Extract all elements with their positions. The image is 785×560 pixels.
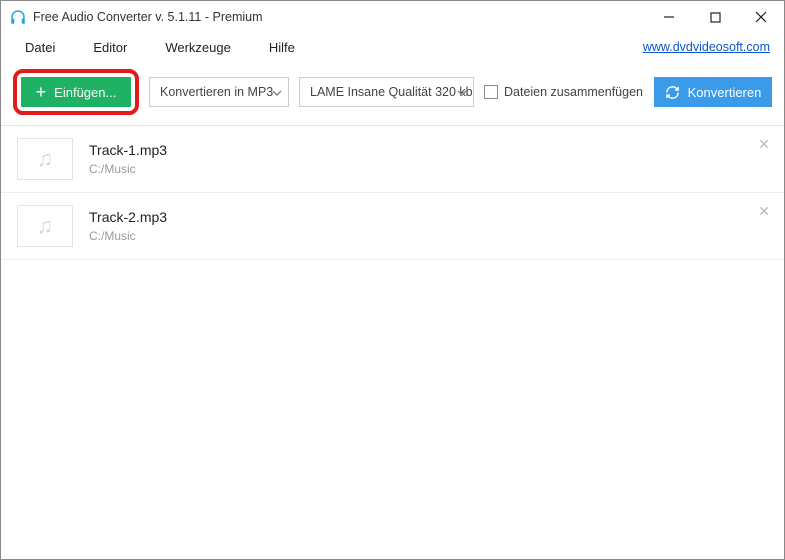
menu-file[interactable]: Datei [15, 36, 65, 59]
menu-help[interactable]: Hilfe [259, 36, 305, 59]
track-row[interactable]: ♫ Track-1.mp3 C:/Music ✕ [1, 126, 784, 193]
minimize-button[interactable] [646, 1, 692, 33]
tutorial-highlight: + Einfügen... [13, 69, 139, 115]
plus-icon: + [36, 83, 47, 101]
quality-dropdown[interactable]: LAME Insane Qualität 320 kb [299, 77, 474, 107]
track-list: ♫ Track-1.mp3 C:/Music ✕ ♫ Track-2.mp3 C… [1, 126, 784, 260]
add-files-label: Einfügen... [54, 85, 116, 100]
track-path: C:/Music [89, 162, 167, 176]
close-button[interactable] [738, 1, 784, 33]
remove-track-button[interactable]: ✕ [758, 203, 770, 220]
window-controls [646, 1, 784, 33]
track-name: Track-1.mp3 [89, 142, 167, 158]
track-row[interactable]: ♫ Track-2.mp3 C:/Music ✕ [1, 193, 784, 260]
track-path: C:/Music [89, 229, 167, 243]
checkbox-box-icon [484, 85, 498, 99]
vendor-link[interactable]: www.dvdvideosoft.com [643, 40, 770, 54]
titlebar: Free Audio Converter v. 5.1.11 - Premium [1, 1, 784, 33]
music-note-icon: ♫ [17, 138, 73, 180]
chevron-down-icon [272, 85, 282, 99]
menubar: Datei Editor Werkzeuge Hilfe www.dvdvide… [1, 33, 784, 61]
menu-editor[interactable]: Editor [83, 36, 137, 59]
quality-selected: LAME Insane Qualität 320 kb [310, 85, 473, 99]
remove-track-button[interactable]: ✕ [758, 136, 770, 153]
app-headphones-icon [9, 8, 27, 26]
track-info: Track-1.mp3 C:/Music [89, 142, 167, 176]
maximize-button[interactable] [692, 1, 738, 33]
add-files-button[interactable]: + Einfügen... [21, 77, 131, 107]
track-info: Track-2.mp3 C:/Music [89, 209, 167, 243]
merge-files-label: Dateien zusammenfügen [504, 85, 643, 99]
menu-tools[interactable]: Werkzeuge [155, 36, 241, 59]
music-note-icon: ♫ [17, 205, 73, 247]
convert-label: Konvertieren [688, 85, 762, 100]
format-selected: Konvertieren in MP3 [160, 85, 273, 99]
convert-button[interactable]: Konvertieren [654, 77, 772, 107]
chevron-down-icon [457, 85, 467, 99]
toolbar: + Einfügen... Konvertieren in MP3 LAME I… [1, 61, 784, 126]
track-name: Track-2.mp3 [89, 209, 167, 225]
merge-files-checkbox[interactable]: Dateien zusammenfügen [484, 85, 643, 99]
window-title: Free Audio Converter v. 5.1.11 - Premium [33, 10, 263, 24]
format-dropdown[interactable]: Konvertieren in MP3 [149, 77, 289, 107]
refresh-icon [665, 85, 680, 100]
